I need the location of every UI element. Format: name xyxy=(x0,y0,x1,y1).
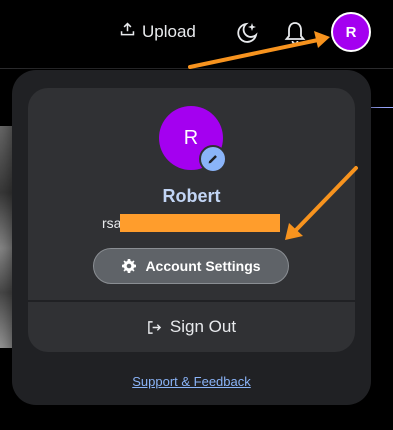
sign-out-label: Sign Out xyxy=(169,317,237,336)
notifications-button[interactable] xyxy=(283,20,307,46)
theme-toggle-icon xyxy=(237,22,258,43)
account-card: R Robert rsa Account Settings Sign Out xyxy=(28,88,355,352)
account-settings-label: Account Settings xyxy=(145,258,261,274)
profile-email: rsa xyxy=(102,215,122,231)
gear-icon xyxy=(122,259,137,273)
upload-label: Upload xyxy=(142,22,196,41)
bell-icon xyxy=(284,22,306,45)
background-photo-thumbnail xyxy=(0,126,12,348)
account-avatar-button[interactable]: R xyxy=(331,12,371,52)
email-redaction-mark xyxy=(120,214,280,232)
account-menu-popover: R Robert rsa Account Settings Sign Out S… xyxy=(12,70,371,405)
profile-name: Robert xyxy=(162,186,221,206)
account-settings-button[interactable]: Account Settings xyxy=(93,248,289,284)
top-bar: Upload R xyxy=(0,0,393,69)
sign-out-icon xyxy=(148,320,162,334)
upload-icon xyxy=(119,21,136,43)
theme-toggle-button[interactable] xyxy=(234,20,260,46)
pencil-icon xyxy=(208,155,217,164)
background-divider xyxy=(371,107,393,108)
edit-avatar-button[interactable] xyxy=(199,145,227,173)
support-feedback-link[interactable]: Support & Feedback xyxy=(12,374,371,389)
upload-button[interactable]: Upload xyxy=(119,18,196,46)
sign-out-button[interactable]: Sign Out xyxy=(28,302,355,352)
